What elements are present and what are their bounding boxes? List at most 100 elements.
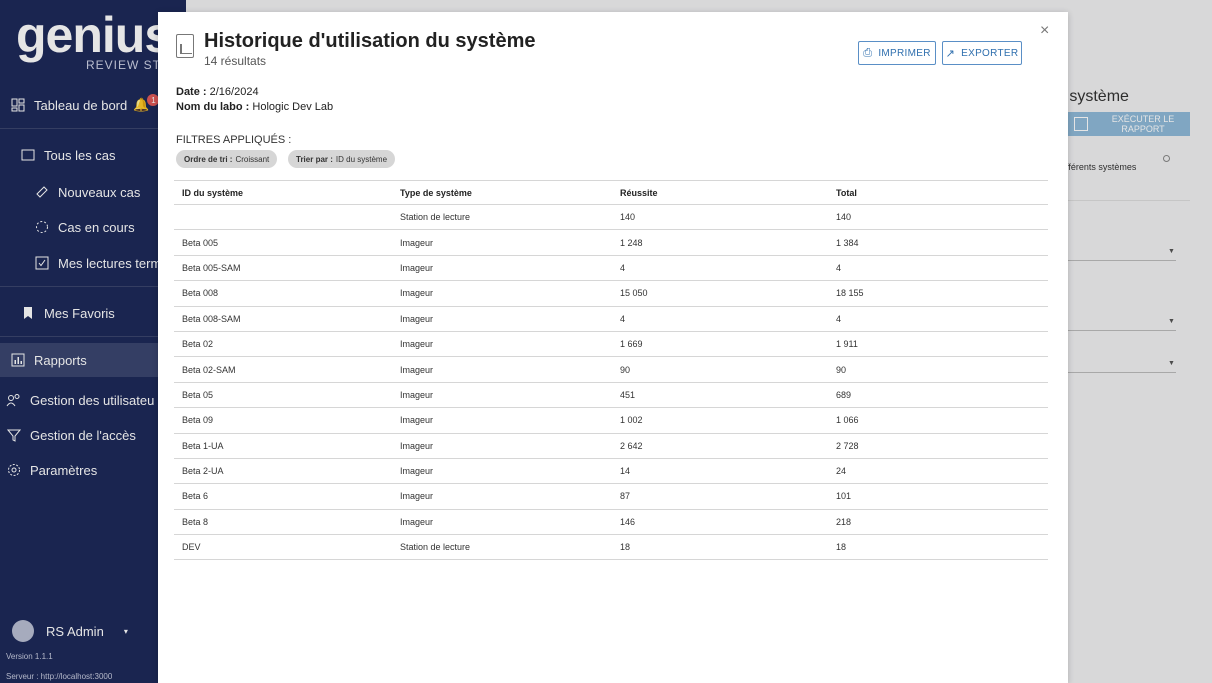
report-date: Date : 2/16/2024 bbox=[176, 86, 259, 98]
table-row: Beta 008 Imageur 15 050 18 155 bbox=[174, 281, 1048, 307]
table-cell: 101 bbox=[836, 491, 852, 502]
table-cell: Imageur bbox=[400, 262, 434, 273]
filters-label: FILTRES APPLIQUÉS : bbox=[176, 134, 292, 146]
table-cell: Imageur bbox=[400, 389, 434, 400]
table-cell: Imageur bbox=[400, 364, 434, 375]
table-cell: Imageur bbox=[400, 440, 434, 451]
filter-chip-sort-order: Ordre de tri : Croissant bbox=[176, 150, 278, 168]
chip-value: ID du système bbox=[335, 154, 388, 164]
modal-title: Historique d'utilisation du système bbox=[204, 30, 536, 52]
table-row: Beta 008-SAM Imageur 4 4 bbox=[174, 307, 1048, 332]
table-header-row: ID du système Type de système Réussite T… bbox=[174, 180, 1048, 205]
table-cell: 689 bbox=[836, 389, 852, 400]
close-icon[interactable]: × bbox=[1040, 22, 1049, 40]
lab-value: Hologic Dev Lab bbox=[252, 101, 334, 113]
table-cell: 140 bbox=[836, 212, 852, 223]
column-header[interactable]: ID du système bbox=[182, 181, 243, 204]
table-cell: Beta 005-SAM bbox=[182, 262, 241, 273]
table-cell: 1 669 bbox=[620, 339, 643, 350]
table-cell: 4 bbox=[620, 262, 626, 273]
table-cell: 140 bbox=[620, 212, 636, 223]
table-cell: 1 248 bbox=[620, 237, 643, 248]
table-row: Beta 1-UA Imageur 2 642 2 728 bbox=[174, 434, 1048, 459]
results-table: ID du système Type de système Réussite T… bbox=[174, 180, 1048, 561]
table-cell: Station de lecture bbox=[400, 542, 471, 553]
table-cell: 1 911 bbox=[836, 339, 858, 350]
table-cell: 146 bbox=[620, 516, 636, 527]
column-header[interactable]: Type de système bbox=[400, 181, 472, 204]
table-cell: 2 728 bbox=[836, 440, 859, 451]
table-cell: 24 bbox=[836, 466, 847, 477]
table-cell: 218 bbox=[836, 516, 852, 527]
table-cell: Beta 8 bbox=[182, 516, 209, 527]
table-cell: Imageur bbox=[400, 237, 434, 248]
table-cell: Beta 6 bbox=[182, 491, 209, 502]
table-row: Beta 09 Imageur 1 002 1 066 bbox=[174, 408, 1048, 434]
table-cell: 18 bbox=[620, 542, 631, 553]
table-cell: Beta 02 bbox=[182, 339, 214, 350]
table-cell: Imageur bbox=[400, 339, 434, 350]
table-row: Beta 005-SAM Imageur 4 4 bbox=[174, 256, 1048, 282]
results-count: 14 résultats bbox=[204, 54, 267, 68]
table-cell: 4 bbox=[836, 313, 842, 324]
report-modal: Historique d'utilisation du système 14 r… bbox=[158, 12, 1068, 683]
table-cell: 1 384 bbox=[836, 237, 859, 248]
table-cell: 87 bbox=[620, 491, 631, 502]
table-row: Beta 6 Imageur 87 101 bbox=[174, 484, 1048, 510]
table-cell: DEV bbox=[182, 542, 201, 553]
table-cell: Imageur bbox=[400, 491, 434, 502]
table-cell: 15 050 bbox=[620, 288, 648, 299]
chip-key: Ordre de tri : bbox=[184, 154, 233, 164]
column-header[interactable]: Total bbox=[836, 181, 857, 204]
table-body: Station de lecture 140 140 Beta 005 Imageur 1… bbox=[174, 205, 1048, 561]
report-icon bbox=[176, 34, 194, 58]
column-header[interactable]: Réussite bbox=[620, 181, 658, 204]
table-cell: Imageur bbox=[400, 466, 434, 477]
table-cell: Beta 2-UA bbox=[182, 466, 224, 477]
filter-chip-sort-by: Trier par : ID du système bbox=[288, 150, 396, 168]
table-cell: 18 155 bbox=[836, 288, 864, 299]
table-row: Beta 005 Imageur 1 248 1 384 bbox=[174, 230, 1048, 256]
table-cell: 18 bbox=[836, 542, 847, 553]
table-cell: 4 bbox=[836, 262, 842, 273]
table-cell: 2 642 bbox=[620, 440, 643, 451]
table-row: Station de lecture 140 140 bbox=[174, 205, 1048, 231]
table-row: Beta 8 Imageur 146 218 bbox=[174, 510, 1048, 536]
date-value: 2/16/2024 bbox=[209, 86, 259, 98]
table-cell: 90 bbox=[836, 364, 847, 375]
table-cell: 451 bbox=[620, 389, 636, 400]
chip-key: Trier par : bbox=[296, 154, 333, 164]
table-cell: 14 bbox=[620, 466, 631, 477]
table-cell: 90 bbox=[620, 364, 631, 375]
table-cell: Beta 008 bbox=[182, 288, 219, 299]
table-cell: Beta 02-SAM bbox=[182, 364, 236, 375]
table-cell: 4 bbox=[620, 313, 626, 324]
table-row: Beta 02-SAM Imageur 90 90 bbox=[174, 357, 1048, 383]
lab-label: Nom du labo : bbox=[176, 101, 250, 113]
print-label: IMPRIMER bbox=[878, 47, 931, 59]
table-cell: Beta 05 bbox=[182, 389, 214, 400]
table-cell: Beta 008-SAM bbox=[182, 313, 241, 324]
table-cell: Beta 005 bbox=[182, 237, 219, 248]
table-cell: Beta 1-UA bbox=[182, 440, 224, 451]
table-cell: 1 002 bbox=[620, 415, 643, 426]
table-row: Beta 05 Imageur 451 689 bbox=[174, 383, 1048, 409]
table-cell: Imageur bbox=[400, 516, 434, 527]
lab-name: Nom du labo : Hologic Dev Lab bbox=[176, 101, 333, 113]
printer-icon: ⎙ bbox=[863, 46, 873, 59]
table-cell: Beta 09 bbox=[182, 415, 214, 426]
export-button[interactable]: ↗ EXPORTER bbox=[942, 41, 1022, 65]
table-cell: Imageur bbox=[400, 313, 434, 324]
table-row: DEV Station de lecture 18 18 bbox=[174, 535, 1048, 561]
export-label: EXPORTER bbox=[961, 47, 1019, 59]
table-cell: Station de lecture bbox=[400, 212, 471, 223]
table-cell: Imageur bbox=[400, 288, 434, 299]
print-button[interactable]: ⎙ IMPRIMER bbox=[858, 41, 936, 65]
date-label: Date : bbox=[176, 86, 207, 98]
table-row: Beta 2-UA Imageur 14 24 bbox=[174, 459, 1048, 485]
chip-value: Croissant bbox=[235, 154, 270, 164]
table-cell: Imageur bbox=[400, 415, 434, 426]
table-row: Beta 02 Imageur 1 669 1 911 bbox=[174, 332, 1048, 358]
external-link-icon: ↗ bbox=[945, 47, 956, 60]
table-cell: 1 066 bbox=[836, 415, 859, 426]
